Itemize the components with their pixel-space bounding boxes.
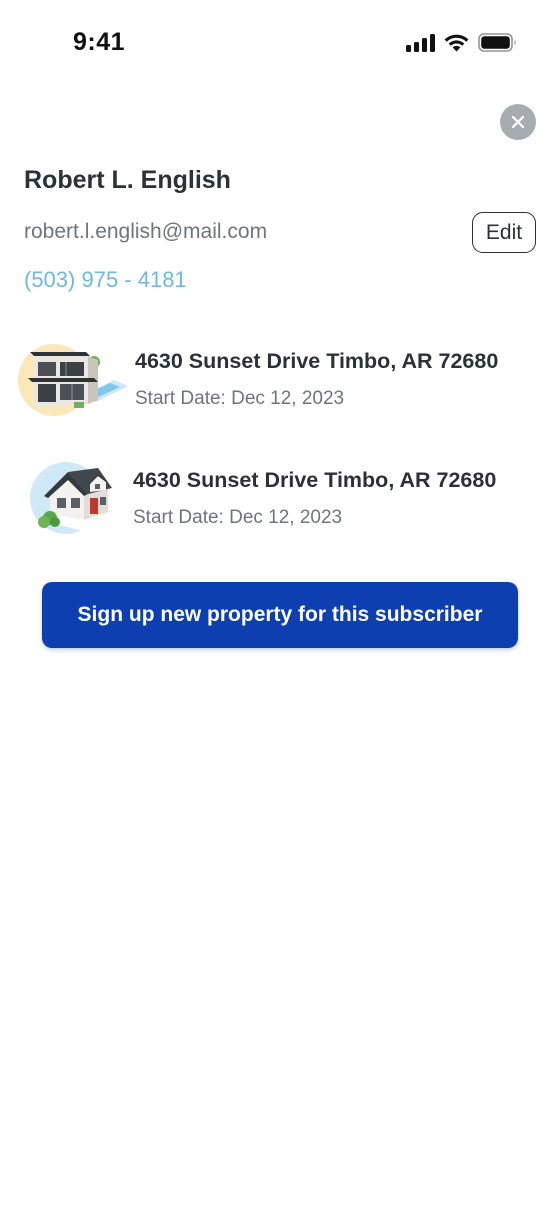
property-list-item[interactable]: 4630 Sunset Drive Timbo, AR 72680 Start … [0,456,560,546]
close-icon [511,115,525,129]
wifi-icon [444,34,469,52]
close-button[interactable] [500,104,536,140]
modern-house-icon [18,344,128,416]
property-address: 4630 Sunset Drive Timbo, AR 72680 [135,349,499,373]
property-address: 4630 Sunset Drive Timbo, AR 72680 [133,468,497,492]
subscriber-name: Robert L. English [24,166,231,194]
subscriber-email: robert.l.english@mail.com [24,220,268,243]
signal-icon [406,33,435,52]
edit-button[interactable]: Edit [472,212,536,253]
signup-new-property-button[interactable]: Sign up new property for this subscriber [42,582,518,648]
property-start-date: Start Date: Dec 12, 2023 [135,388,345,409]
property-start-date: Start Date: Dec 12, 2023 [133,507,343,528]
status-icons [406,33,518,52]
status-time: 9:41 [73,28,126,56]
subscriber-phone-link[interactable]: (503) 975 - 4181 [24,267,187,293]
cottage-house-icon [30,462,114,534]
battery-icon [478,33,516,52]
status-bar: 9:41 [0,0,560,88]
property-list-item[interactable]: 4630 Sunset Drive Timbo, AR 72680 Start … [0,336,560,426]
